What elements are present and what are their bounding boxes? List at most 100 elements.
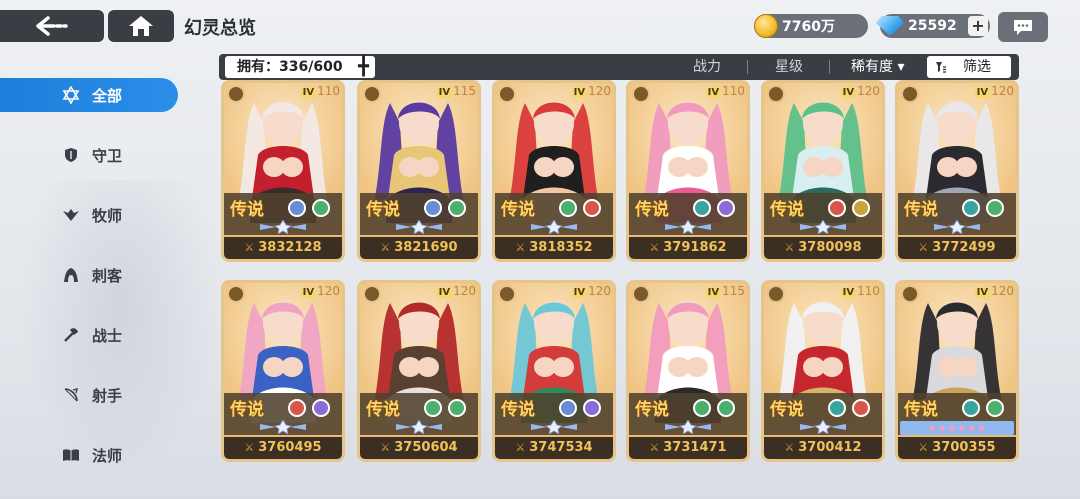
character-card[interactable]: IV 115 传说 ⚔ 3731471 bbox=[626, 280, 750, 462]
sidebar-item-mage[interactable]: 法师 bbox=[0, 438, 178, 472]
character-card[interactable]: IV 120 传说 ⚔ 3747534 bbox=[492, 280, 616, 462]
character-grid: IV 110 传说 ⚔ 3832128 IV 115 传说 ⚔ 3821690 … bbox=[221, 80, 1021, 470]
element-icon bbox=[693, 199, 711, 217]
character-card[interactable]: IV 120 传说 ⚔ 3760495 bbox=[221, 280, 345, 462]
rarity-label: 传说 bbox=[635, 400, 669, 420]
rarity-label: 传说 bbox=[770, 200, 804, 220]
element-icon bbox=[717, 399, 735, 417]
rank-iv-badge: IV bbox=[974, 287, 991, 298]
home-button[interactable] bbox=[108, 10, 174, 42]
chat-bubble-icon bbox=[1014, 20, 1032, 35]
class-badge-icon bbox=[767, 85, 785, 103]
crossed-swords-icon: ⚔ bbox=[380, 441, 391, 454]
class-badge-icon bbox=[498, 85, 516, 103]
element-icon bbox=[717, 199, 735, 217]
expand-capacity-button[interactable]: ╋ bbox=[358, 57, 369, 77]
power-number: 3750604 bbox=[394, 440, 458, 455]
crossed-swords-icon: ⚔ bbox=[918, 441, 929, 454]
power-number: 3818352 bbox=[529, 240, 593, 255]
rank-iv-badge: IV bbox=[840, 287, 857, 298]
wings-icon bbox=[62, 206, 80, 224]
element-icon bbox=[986, 399, 1004, 417]
element-icon bbox=[828, 199, 846, 217]
level-label: IV 115 bbox=[705, 284, 745, 298]
power-value: ⚔ 3818352 bbox=[495, 237, 613, 259]
crossed-swords-icon: ⚔ bbox=[244, 441, 255, 454]
sort-by-stars[interactable]: 星级 bbox=[775, 57, 803, 77]
sort-by-rarity[interactable]: 稀有度 ▾ bbox=[851, 57, 904, 77]
level-value: 120 bbox=[317, 284, 340, 298]
power-value: ⚔ 3821690 bbox=[360, 237, 478, 259]
level-label: IV 120 bbox=[300, 284, 340, 298]
sidebar-item-all[interactable]: 全部 bbox=[0, 78, 178, 112]
level-label: IV 120 bbox=[436, 284, 476, 298]
element-icon bbox=[693, 399, 711, 417]
class-badge-icon bbox=[363, 85, 381, 103]
level-value: 120 bbox=[857, 84, 880, 98]
sidebar-item-warrior[interactable]: 战士 bbox=[0, 318, 178, 352]
level-value: 120 bbox=[453, 284, 476, 298]
class-badge-icon bbox=[632, 285, 650, 303]
level-value: 115 bbox=[722, 284, 745, 298]
rank-iv-badge: IV bbox=[705, 87, 722, 98]
character-card[interactable]: IV 120 传说 ⚔ 3772499 bbox=[895, 80, 1019, 262]
power-number: 3700355 bbox=[932, 440, 996, 455]
class-badge-icon bbox=[632, 85, 650, 103]
level-label: IV 120 bbox=[571, 284, 611, 298]
rank-iv-badge: IV bbox=[571, 87, 588, 98]
wing-star-emblem-icon bbox=[260, 420, 306, 434]
crossed-swords-icon: ⚔ bbox=[918, 241, 929, 254]
element-icon bbox=[583, 399, 601, 417]
level-label: IV 110 bbox=[840, 284, 880, 298]
character-card[interactable]: IV 120 传说 ⚔ 3818352 bbox=[492, 80, 616, 262]
add-gems-button[interactable]: + bbox=[968, 16, 988, 36]
class-badge-icon bbox=[901, 85, 919, 103]
element-icon bbox=[424, 199, 442, 217]
chat-button[interactable] bbox=[998, 12, 1048, 42]
element-icon bbox=[986, 199, 1004, 217]
element-icon bbox=[288, 199, 306, 217]
gold-coin-icon bbox=[754, 14, 778, 38]
character-card[interactable]: IV 110 传说 ⚔ 3700412 bbox=[761, 280, 885, 462]
level-value: 110 bbox=[722, 84, 745, 98]
element-icon bbox=[559, 399, 577, 417]
class-badge-icon bbox=[227, 285, 245, 303]
rarity-label: 传说 bbox=[501, 200, 535, 220]
sidebar-item-label: 守卫 bbox=[92, 146, 123, 165]
sidebar-item-guard[interactable]: 守卫 bbox=[0, 138, 178, 172]
sidebar-item-priest[interactable]: 牧师 bbox=[0, 198, 178, 232]
crossed-swords-icon: ⚔ bbox=[649, 241, 660, 254]
sort-by-power[interactable]: 战力 bbox=[693, 57, 721, 77]
power-value: ⚔ 3747534 bbox=[495, 437, 613, 459]
power-value: ⚔ 3832128 bbox=[224, 237, 342, 259]
character-card[interactable]: IV 120 传说 ⚔ 3750604 bbox=[357, 280, 481, 462]
wing-star-emblem-icon bbox=[934, 220, 980, 234]
crossed-swords-icon: ⚔ bbox=[784, 241, 795, 254]
element-icon bbox=[312, 399, 330, 417]
level-label: IV 110 bbox=[705, 84, 745, 98]
character-card[interactable]: IV 110 传说 ⚔ 3832128 bbox=[221, 80, 345, 262]
back-button[interactable] bbox=[0, 10, 104, 42]
class-badge-icon bbox=[767, 285, 785, 303]
wing-star-emblem-icon bbox=[800, 420, 846, 434]
sidebar-item-archer[interactable]: 射手 bbox=[0, 378, 178, 412]
shield-icon bbox=[62, 146, 80, 164]
gem-amount: 25592 bbox=[908, 18, 957, 34]
wing-star-emblem-icon bbox=[665, 420, 711, 434]
gold-currency[interactable]: 7760万 bbox=[754, 14, 868, 38]
power-value: ⚔ 3750604 bbox=[360, 437, 478, 459]
character-card[interactable]: IV 120 传说 ★★★★★★ ⚔ 3700355 bbox=[895, 280, 1019, 462]
character-card[interactable]: IV 120 传说 ⚔ 3780098 bbox=[761, 80, 885, 262]
level-label: IV 120 bbox=[840, 84, 880, 98]
character-card[interactable]: IV 115 传说 ⚔ 3821690 bbox=[357, 80, 481, 262]
filter-button[interactable]: 筛选 bbox=[927, 56, 1011, 78]
bow-icon bbox=[62, 386, 80, 404]
level-value: 120 bbox=[588, 84, 611, 98]
level-label: IV 115 bbox=[436, 84, 476, 98]
filter-icon bbox=[936, 62, 946, 73]
sidebar-item-assassin[interactable]: 刺客 bbox=[0, 258, 178, 292]
character-card[interactable]: IV 110 传说 ⚔ 3791862 bbox=[626, 80, 750, 262]
divider bbox=[829, 60, 830, 74]
level-label: IV 110 bbox=[300, 84, 340, 98]
power-number: 3821690 bbox=[394, 240, 458, 255]
